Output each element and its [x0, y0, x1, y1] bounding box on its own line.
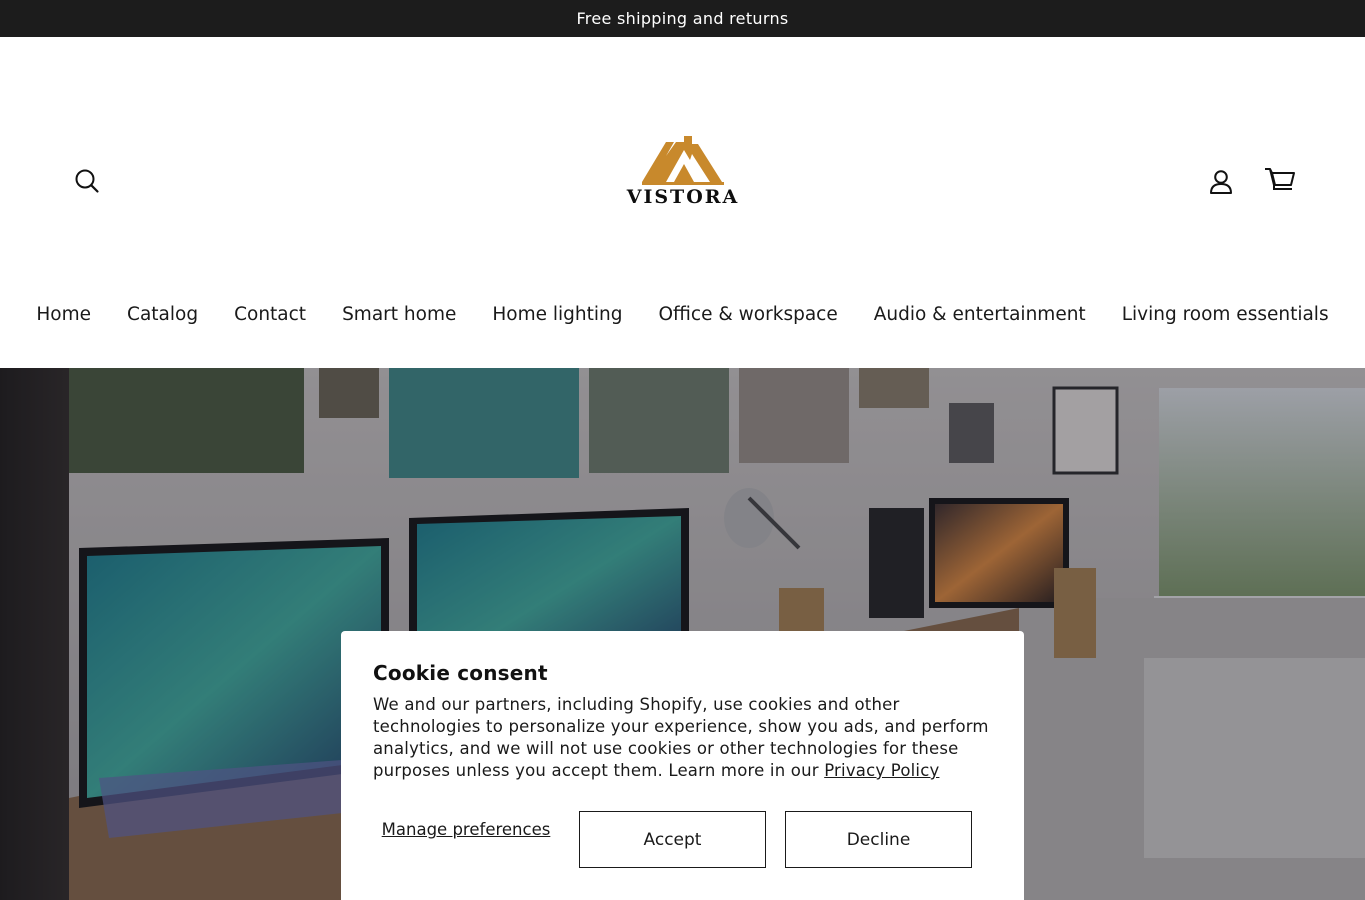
- announcement-text: Free shipping and returns: [576, 9, 789, 28]
- site-header: VISTORA Home Catalog Contact Smart home …: [0, 37, 1365, 368]
- account-button[interactable]: [1207, 168, 1235, 196]
- account-icon: [1210, 170, 1232, 194]
- nav-item-home[interactable]: Home: [18, 301, 109, 329]
- cookie-consent-dialog: Cookie consent We and our partners, incl…: [341, 631, 1024, 900]
- search-icon: [75, 169, 99, 193]
- decline-button[interactable]: Decline: [785, 811, 972, 868]
- nav-item-catalog[interactable]: Catalog: [109, 301, 216, 329]
- logo[interactable]: VISTORA: [622, 136, 744, 210]
- nav-item-home-lighting[interactable]: Home lighting: [474, 301, 640, 329]
- nav-item-contact[interactable]: Contact: [216, 301, 324, 329]
- cart-icon: [1265, 168, 1295, 190]
- search-button[interactable]: [74, 168, 100, 194]
- nav-item-smart-home[interactable]: Smart home: [324, 301, 474, 329]
- manage-preferences-link[interactable]: Manage preferences: [373, 819, 559, 840]
- logo-wordmark: VISTORA: [626, 186, 740, 208]
- announcement-bar: Free shipping and returns: [0, 0, 1365, 37]
- privacy-policy-link[interactable]: Privacy Policy: [824, 761, 939, 780]
- cart-button[interactable]: [1264, 167, 1296, 195]
- nav-item-audio-entertainment[interactable]: Audio & entertainment: [856, 301, 1104, 329]
- cookie-title: Cookie consent: [373, 661, 548, 685]
- cookie-actions: Manage preferences Accept Decline: [373, 811, 973, 868]
- nav-item-office-workspace[interactable]: Office & workspace: [640, 301, 855, 329]
- accept-button[interactable]: Accept: [579, 811, 766, 868]
- nav-item-living-room[interactable]: Living room essentials: [1104, 301, 1347, 329]
- main-nav: Home Catalog Contact Smart home Home lig…: [0, 301, 1365, 329]
- logo-roof-icon: [642, 136, 724, 185]
- cookie-body: We and our partners, including Shopify, …: [373, 694, 992, 782]
